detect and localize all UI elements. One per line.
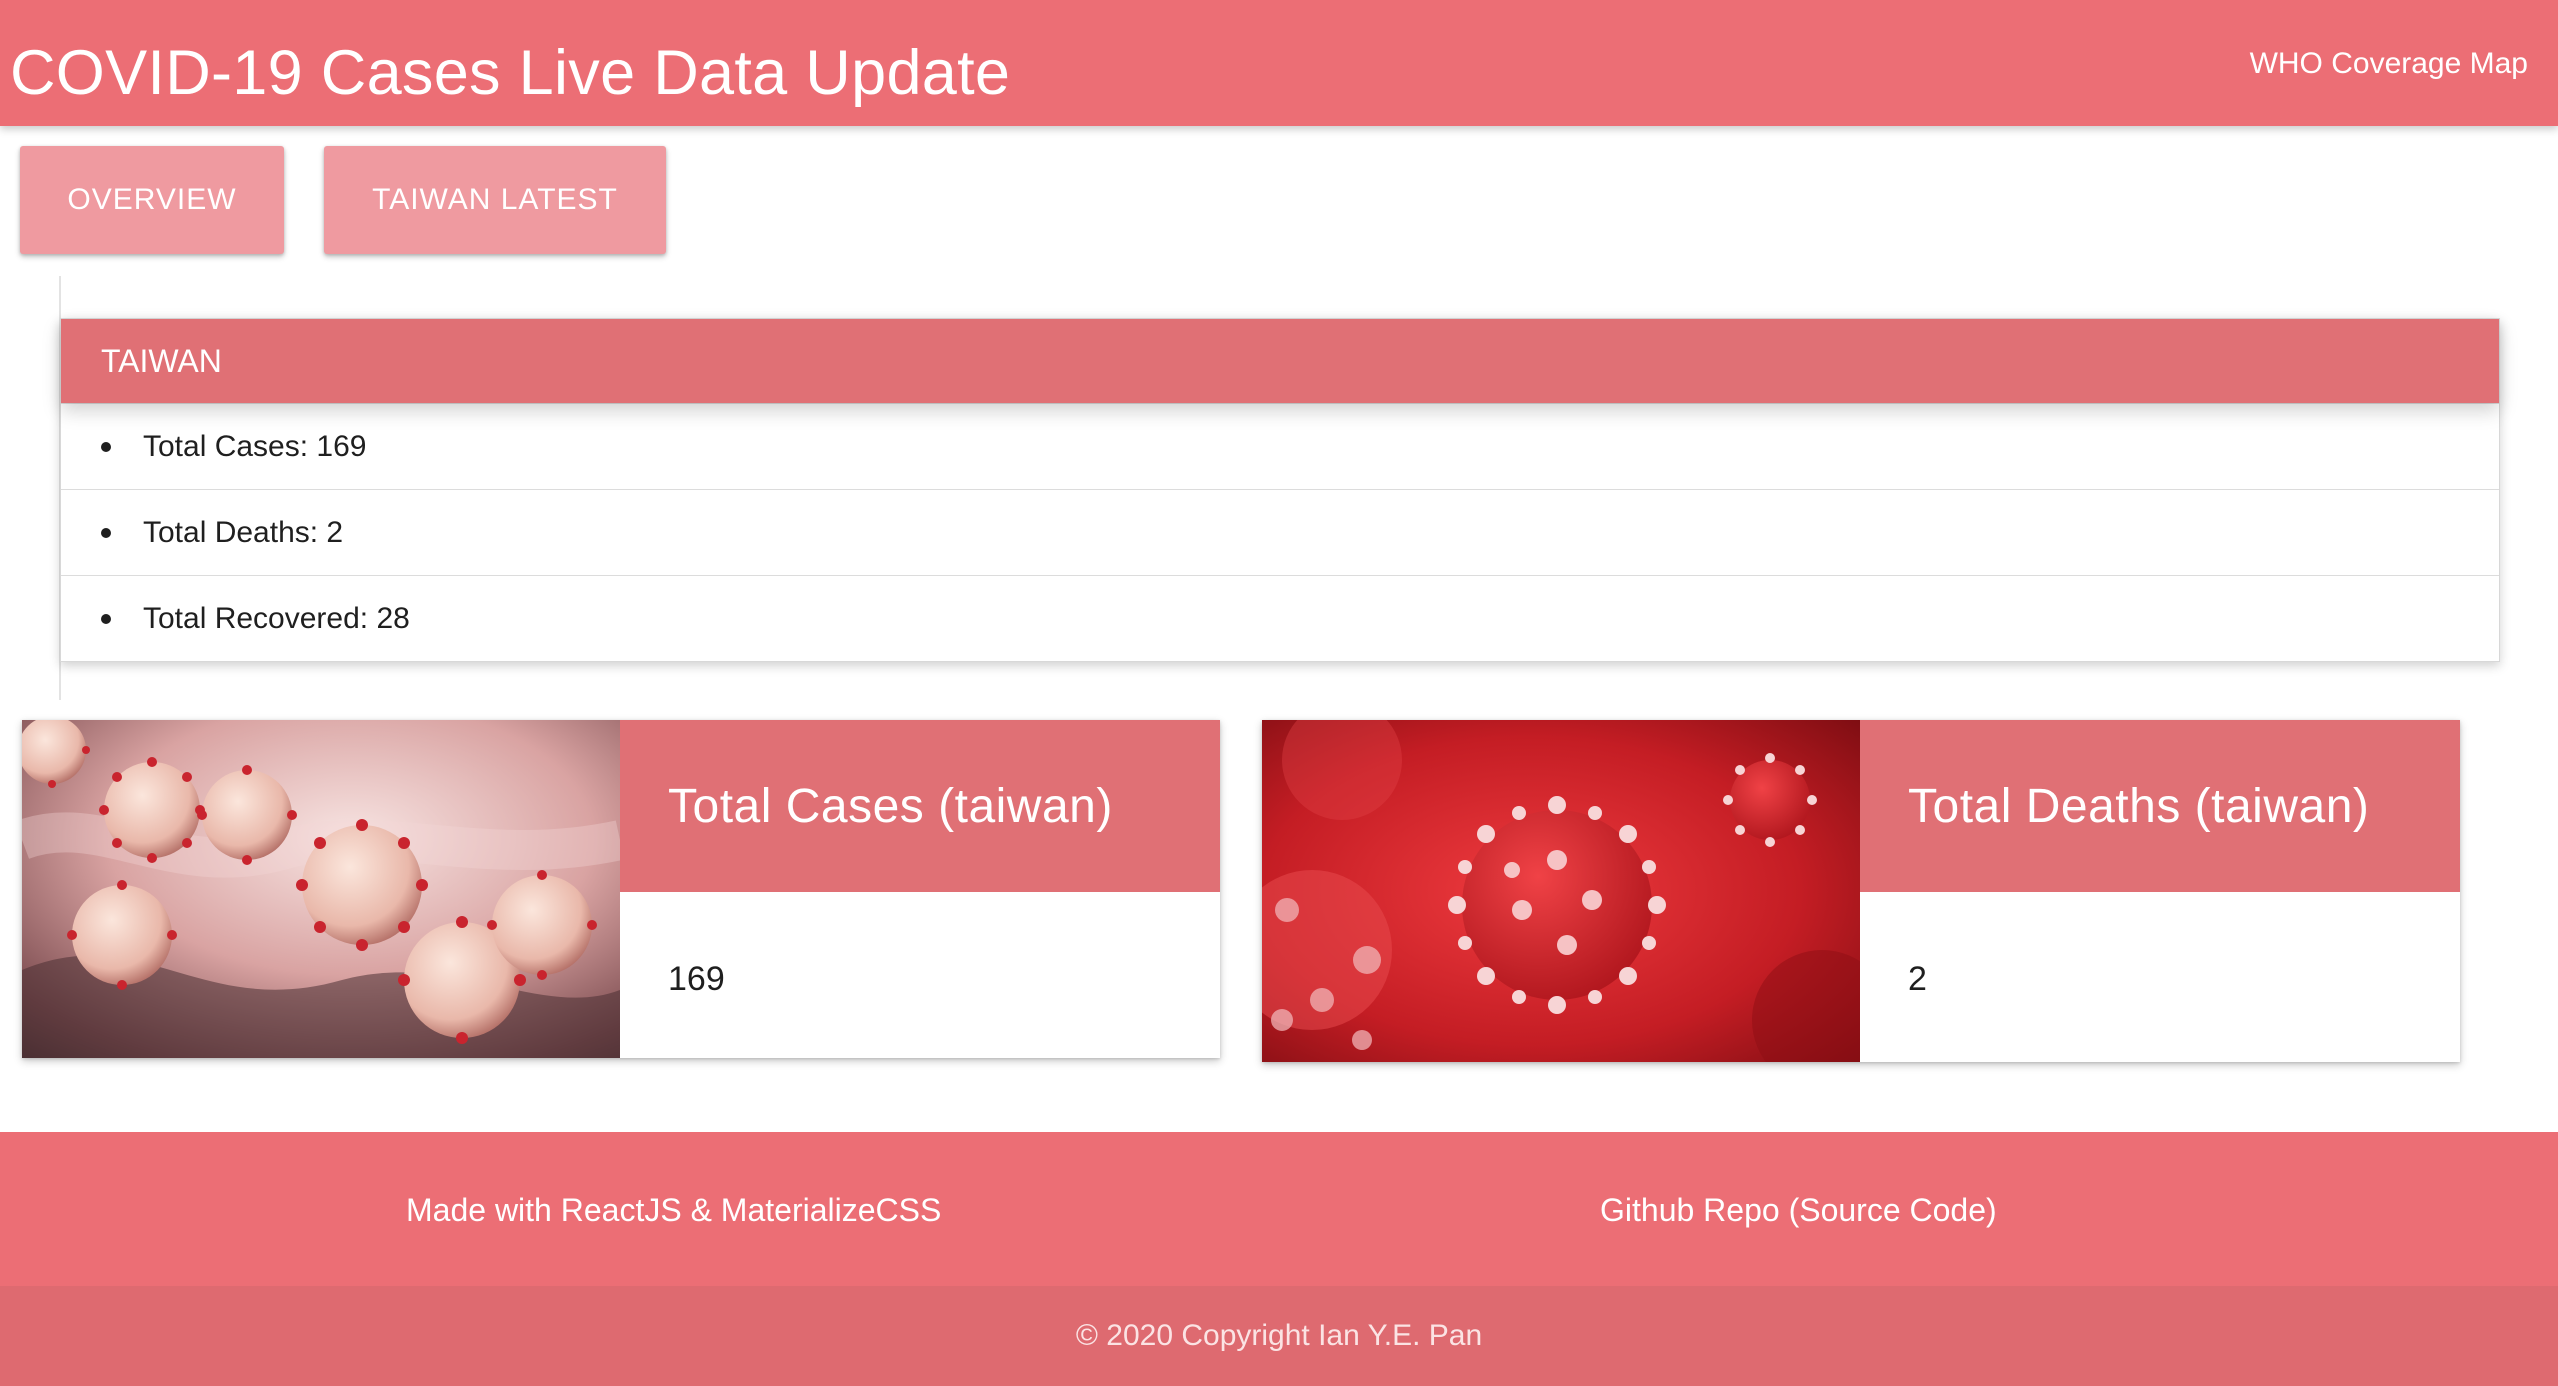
bullet-icon bbox=[101, 527, 111, 538]
total-deaths-card-title: Total Deaths (taiwan) bbox=[1860, 720, 2460, 892]
coronavirus-image bbox=[1262, 720, 1860, 1062]
total-cases-card-title: Total Cases (taiwan) bbox=[620, 720, 1220, 892]
coronavirus-image bbox=[22, 720, 620, 1058]
total-deaths-value: 2 bbox=[1908, 960, 1927, 998]
total-deaths-card: Total Deaths (taiwan) 2 bbox=[1262, 720, 2460, 1062]
total-cases-value: 169 bbox=[668, 960, 725, 998]
bullet-icon bbox=[101, 613, 111, 624]
stat-label: Total Recovered: 28 bbox=[143, 601, 410, 635]
stat-label: Total Cases: 169 bbox=[143, 429, 367, 463]
country-stats-panel: TAIWAN Total Cases: 169 Total Deaths: 2 … bbox=[60, 318, 2500, 662]
copyright-bar: © 2020 Copyright Ian Y.E. Pan bbox=[0, 1286, 2558, 1386]
bullet-icon bbox=[101, 441, 111, 452]
who-coverage-map-link[interactable]: WHO Coverage Map bbox=[2250, 44, 2528, 84]
country-header: TAIWAN bbox=[61, 319, 2499, 403]
stat-total-cases: Total Cases: 169 bbox=[61, 403, 2499, 489]
total-cases-card: Total Cases (taiwan) 169 bbox=[22, 720, 1220, 1058]
brand-title[interactable]: COVID-19 Cases Live Data Update bbox=[10, 30, 1010, 116]
stat-total-deaths: Total Deaths: 2 bbox=[61, 489, 2499, 575]
made-with-text: Made with ReactJS & MaterializeCSS bbox=[406, 1192, 942, 1228]
taiwan-latest-button[interactable]: TAIWAN LATEST bbox=[324, 146, 666, 254]
stat-label: Total Deaths: 2 bbox=[143, 515, 344, 549]
overview-button[interactable]: OVERVIEW bbox=[20, 146, 284, 254]
github-repo-link[interactable]: Github Repo (Source Code) bbox=[1600, 1192, 1997, 1229]
stat-total-recovered: Total Recovered: 28 bbox=[61, 575, 2499, 661]
top-navbar: COVID-19 Cases Live Data Update WHO Cove… bbox=[0, 0, 2558, 126]
page-footer: Made with ReactJS & MaterializeCSS Githu… bbox=[0, 1132, 2558, 1386]
